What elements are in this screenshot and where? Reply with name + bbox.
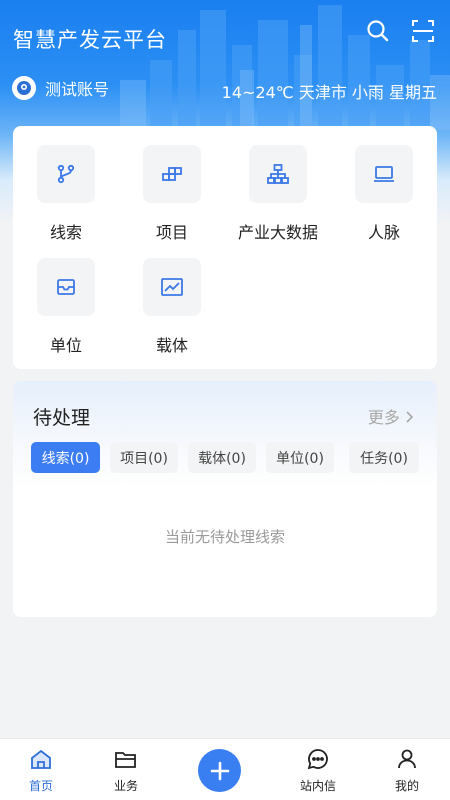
search-icon[interactable]	[365, 18, 391, 44]
tab-clues[interactable]: 线索(0)	[31, 442, 100, 473]
function-item-carriers[interactable]: 载体	[122, 258, 222, 356]
empty-state-text: 当前无待处理线索	[164, 528, 285, 546]
app-title: 智慧产发云平台	[13, 28, 167, 52]
branch-icon	[37, 145, 95, 203]
function-label: 人脉	[367, 223, 400, 242]
avatar	[12, 76, 36, 100]
function-label: 线索	[49, 223, 82, 242]
account-row[interactable]: 测试账号	[12, 76, 109, 100]
chart-line-icon	[143, 258, 201, 316]
plus-icon	[210, 761, 229, 780]
folder-icon	[96, 745, 156, 773]
message-icon	[288, 745, 348, 773]
laptop-icon	[355, 145, 413, 203]
account-name: 测试账号	[45, 80, 110, 99]
tab-label: 站内信	[299, 779, 336, 793]
tab-units[interactable]: 单位(0)	[266, 442, 334, 473]
tab-label: 我的	[394, 779, 419, 793]
todo-card: 待处理 更多 线索(0) 项目(0) 载体(0) 单位(0) 任务(0) 当前无…	[13, 381, 437, 617]
tab-tasks[interactable]: 任务(0)	[349, 442, 419, 473]
chevron-right-icon	[405, 408, 415, 427]
tab-messages[interactable]: 站内信	[288, 745, 348, 794]
function-grid-card: 线索 项目 产业大数据 人脉 单位 载体	[13, 126, 437, 369]
tab-label: 首页	[28, 779, 53, 793]
add-button[interactable]	[198, 749, 241, 792]
tab-business[interactable]: 业务	[96, 745, 156, 794]
tab-home[interactable]: 首页	[11, 745, 71, 794]
weather-info: 14~24℃ 天津市 小雨 星期五	[221, 83, 437, 102]
scan-icon[interactable]	[410, 18, 436, 44]
function-item-industry-data[interactable]: 产业大数据	[228, 145, 328, 243]
tab-carriers[interactable]: 载体(0)	[188, 442, 256, 473]
home-icon	[11, 745, 71, 773]
tab-projects[interactable]: 项目(0)	[110, 442, 178, 473]
function-item-projects[interactable]: 项目	[122, 145, 222, 243]
function-label: 单位	[49, 336, 82, 355]
tab-label: 业务	[113, 779, 138, 793]
function-label: 产业大数据	[237, 223, 318, 242]
more-link[interactable]: 更多	[368, 404, 415, 428]
org-chart-icon	[249, 145, 307, 203]
function-item-units[interactable]: 单位	[16, 258, 116, 356]
user-icon	[377, 745, 437, 773]
more-label: 更多	[367, 408, 400, 427]
todo-title: 待处理	[33, 407, 91, 429]
function-label: 项目	[155, 223, 188, 242]
blocks-icon	[143, 145, 201, 203]
function-item-contacts[interactable]: 人脉	[334, 145, 434, 243]
inbox-icon	[37, 258, 95, 316]
bottom-tab-bar: 首页 业务 站内信 我的	[0, 738, 450, 800]
function-label: 载体	[155, 336, 188, 355]
tab-mine[interactable]: 我的	[377, 745, 437, 794]
function-item-clues[interactable]: 线索	[16, 145, 116, 243]
